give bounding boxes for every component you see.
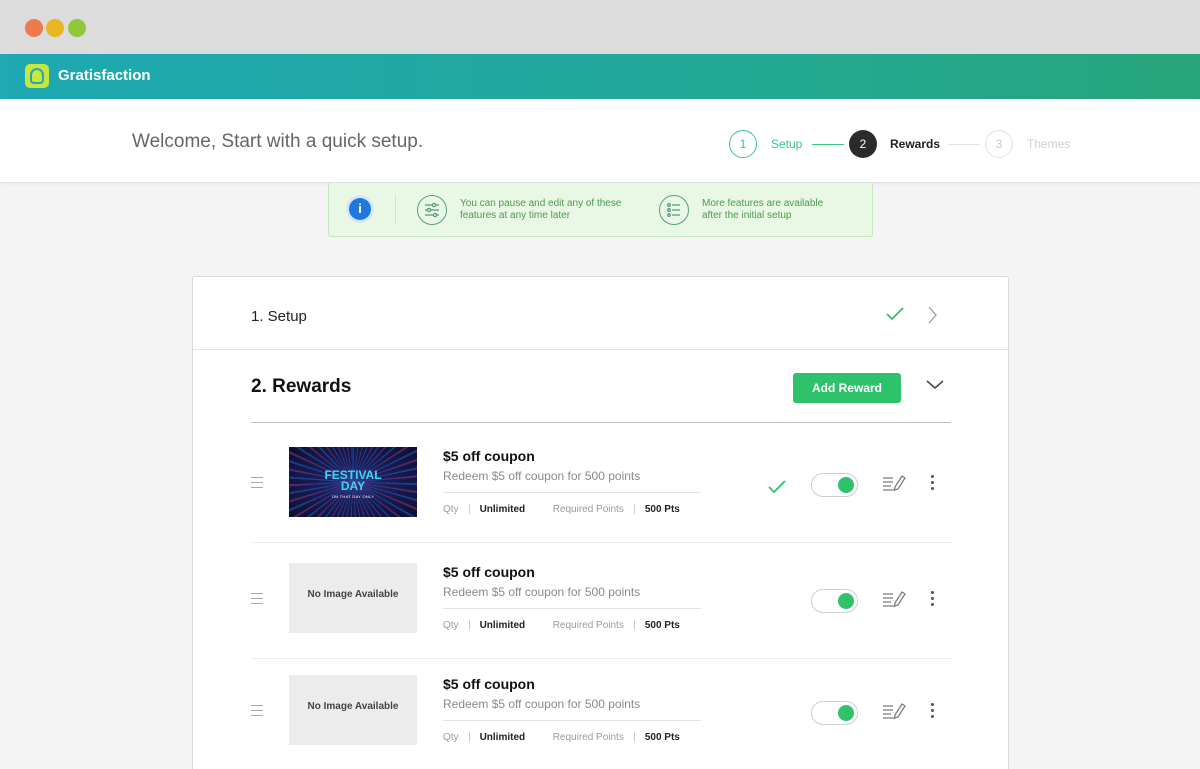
drag-handle-icon[interactable]: [251, 477, 263, 489]
window-close-button[interactable]: [25, 19, 43, 37]
step-2-label[interactable]: Rewards: [890, 137, 940, 151]
points-value: 500 Pts: [644, 732, 680, 743]
step-1-label[interactable]: Setup: [771, 137, 802, 151]
edit-icon[interactable]: [882, 701, 906, 721]
page-title: Welcome, Start with a quick setup.: [132, 131, 424, 152]
sliders-icon: [417, 195, 447, 225]
reward-description: Redeem $5 off coupon for 500 points: [443, 585, 641, 599]
edit-icon[interactable]: [882, 589, 906, 609]
info-icon: i: [349, 198, 371, 220]
reward-description: Redeem $5 off coupon for 500 points: [443, 469, 641, 483]
add-reward-button[interactable]: Add Reward: [793, 373, 901, 403]
more-options-icon[interactable]: [931, 475, 935, 493]
qty-value: Unlimited: [479, 732, 526, 743]
app-header: Gratisfaction: [0, 54, 1200, 99]
reward-row: No Image Available $5 off coupon Redeem …: [251, 659, 951, 769]
section-rewards-title: 2. Rewards: [251, 376, 352, 397]
points-label: Required Points: [552, 620, 624, 631]
reward-toggle[interactable]: [811, 701, 858, 725]
chevron-down-icon[interactable]: [926, 380, 944, 390]
reward-meta: Qty Unlimited Required Points 500 Pts: [443, 504, 680, 515]
qty-label: Qty: [443, 732, 459, 743]
reward-toggle[interactable]: [811, 589, 858, 613]
list-icon: [659, 195, 689, 225]
divider: [251, 422, 951, 423]
step-connector: [812, 144, 844, 145]
points-label: Required Points: [552, 732, 624, 743]
reward-image-placeholder: No Image Available: [289, 675, 417, 745]
app-logo-icon: [25, 64, 49, 88]
reward-title: $5 off coupon: [443, 564, 535, 580]
info-banner: i You can pause and edit any of these fe…: [328, 183, 873, 237]
step-3-indicator[interactable]: 3: [985, 130, 1013, 158]
window-minimize-button[interactable]: [46, 19, 64, 37]
reward-title: $5 off coupon: [443, 448, 535, 464]
info-tip-text: More features are available after the in…: [702, 198, 824, 221]
divider: [443, 608, 701, 609]
reward-image-placeholder: No Image Available: [289, 563, 417, 633]
reward-image-text: DAY: [340, 479, 366, 493]
divider: [443, 720, 701, 721]
points-label: Required Points: [552, 504, 624, 515]
edit-icon[interactable]: [882, 473, 906, 493]
section-setup[interactable]: 1. Setup: [193, 277, 1008, 350]
setup-header: Welcome, Start with a quick setup. 1 Set…: [0, 99, 1200, 183]
section-setup-title: 1. Setup: [251, 308, 307, 325]
reward-image: FESTIVAL DAY ON THAT DAY ONLY: [289, 447, 417, 517]
step-3-label[interactable]: Themes: [1027, 137, 1070, 151]
check-icon: [886, 307, 904, 321]
step-2-indicator[interactable]: 2: [849, 130, 877, 158]
reward-meta: Qty Unlimited Required Points 500 Pts: [443, 732, 680, 743]
points-value: 500 Pts: [644, 504, 680, 515]
divider: [443, 492, 701, 493]
reward-description: Redeem $5 off coupon for 500 points: [443, 697, 641, 711]
reward-meta: Qty Unlimited Required Points 500 Pts: [443, 620, 680, 631]
setup-card: 1. Setup 2. Rewards Add Reward FESTIVAL …: [192, 276, 1009, 769]
more-options-icon[interactable]: [931, 591, 935, 609]
reward-image-text: ON THAT DAY ONLY: [331, 494, 375, 499]
qty-label: Qty: [443, 504, 459, 515]
window-titlebar: [0, 0, 1200, 54]
check-icon: [768, 480, 786, 494]
drag-handle-icon[interactable]: [251, 593, 263, 605]
drag-handle-icon[interactable]: [251, 705, 263, 717]
reward-toggle[interactable]: [811, 473, 858, 497]
points-value: 500 Pts: [644, 620, 680, 631]
more-options-icon[interactable]: [931, 703, 935, 721]
reward-title: $5 off coupon: [443, 676, 535, 692]
qty-label: Qty: [443, 620, 459, 631]
chevron-right-icon[interactable]: [926, 305, 938, 325]
app-name: Gratisfaction: [58, 67, 151, 84]
reward-row: No Image Available $5 off coupon Redeem …: [251, 543, 951, 659]
reward-row: FESTIVAL DAY ON THAT DAY ONLY $5 off cou…: [251, 427, 951, 543]
step-1-indicator[interactable]: 1: [729, 130, 757, 158]
divider: [395, 195, 396, 223]
qty-value: Unlimited: [479, 620, 526, 631]
window-maximize-button[interactable]: [68, 19, 86, 37]
info-tip-text: You can pause and edit any of these feat…: [460, 198, 622, 221]
qty-value: Unlimited: [479, 504, 526, 515]
step-connector: [948, 144, 980, 145]
